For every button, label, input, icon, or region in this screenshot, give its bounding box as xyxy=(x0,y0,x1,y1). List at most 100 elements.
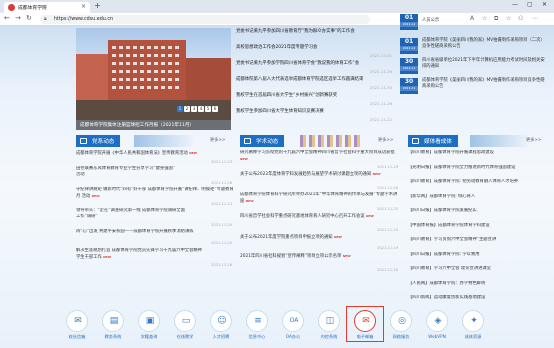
media-item[interactable]: 【四川教育】成都体育学院: 把劳动教育融入体育人才培养 xyxy=(408,179,552,194)
media-item-title[interactable]: 【四川日报】成都体育学院发展纪实 xyxy=(408,208,552,214)
media-item[interactable]: 【四川教育】成都体育学院开展课程思政建设 xyxy=(408,150,552,165)
list-item-title[interactable]: 成都体育学院体育科学研究所举办2021年“中华体育精神的传承与发展”专题学术讲座… xyxy=(240,192,400,204)
news-title[interactable]: 成都体院第八届人大代表选举成都体育学院选区选举工作圆满结束 xyxy=(236,76,396,82)
tab-close-icon[interactable]: × xyxy=(81,3,86,10)
news-item[interactable]: 我校学生在首届四川省大学生“乡村振兴”创新赛获奖 2021-11-26 xyxy=(236,92,396,108)
media-item-title[interactable]: 【四川新闻】运动康复创新实践基地建设 xyxy=(408,295,552,301)
notice-item[interactable]: 01 2021-12 成都体育学院《美丽四川我的家》MV拍摄制作采购项目（二次）竞… xyxy=(400,36,550,56)
news-title[interactable]: 我校学生在首届四川省大学生“乡村振兴”创新赛获奖 xyxy=(236,92,396,98)
news-item[interactable]: 党委书记黄九平参加学院四川省体育学会“我说我的体育工作”会 2021-11-26 xyxy=(236,60,396,76)
party-more-link[interactable]: 更多>> xyxy=(210,137,225,143)
media-item[interactable]: 【四川教育】学习贯彻六中全会精神”主题宣讲 xyxy=(408,237,552,252)
list-item[interactable]: 再“心”出发 共建平安校园——成都体育学院开展秋季消防演练 2021-11-20 xyxy=(76,229,234,248)
quick-link[interactable]: ◫ 内控系统 xyxy=(312,308,346,342)
pager-dot[interactable]: 4 xyxy=(198,106,204,112)
list-item[interactable]: 田径联赛东风体育教育专业学生分享学习“健身强国” 活动 2021-11-26 xyxy=(76,166,234,187)
list-item[interactable]: 解决生涯规划打造 成都体育学院党员先锋学习十九届六中全会精神 学生干部工作 NEW… xyxy=(76,248,234,269)
list-item[interactable]: 守纪律讲规矩 做新时代“四有”好干部 成都体育学院开展“讲纪律、明规矩”专题教育… xyxy=(76,187,234,208)
new-tab-button[interactable]: + xyxy=(94,1,101,10)
list-item-title[interactable]: 研究阐释学习贯彻党的十九届六中全会精神四川省哲学社会科学重大项目成功获批 NEW xyxy=(240,150,400,162)
notice-item[interactable]: 01 2021-12 人员公示 xyxy=(400,14,550,36)
list-item[interactable]: 关于公布2022年度体育学科发展趋势与展望学术研讨课题立项的通知 NEW 2021… xyxy=(240,171,400,192)
list-item-date: 2021-11-20 xyxy=(211,223,232,228)
news-item[interactable]: 我校学生参加四川省大学生体育知识竞赛决赛 2021-11-22 xyxy=(236,108,396,124)
list-item-title-cont[interactable]: 活动 xyxy=(76,172,234,178)
list-item[interactable]: 关于公布2021年度学院重点项目申报立项的通知 NEW 2021-11-19 xyxy=(240,234,400,253)
list-item[interactable]: 成都体育学院开展《中华人民共和国体育法》宣传教育活动 NEW 2021-11-23 xyxy=(76,150,234,166)
list-item-title[interactable]: 成都体育学院开展《中华人民共和国体育法》宣传教育活动 NEW xyxy=(76,150,234,157)
media-item-title[interactable]: 【四川日报】成都体育学院: 学以致用 xyxy=(408,252,552,258)
news-title[interactable]: 党委书记黄九平参加四川省教育厅“我为群众办实事”的工作会 xyxy=(236,28,396,34)
maximize-button[interactable]: ▢ xyxy=(527,1,533,8)
quick-link-email[interactable]: ✉ 电子邮箱 xyxy=(346,306,384,342)
notice-title[interactable]: 成都体育学院《美丽四川我的家》MV拍摄制作采购项目（二次）竞争性磋商采购公告 xyxy=(422,38,548,50)
media-item-title[interactable]: 【新华网】成都体育学院: 倾心育人 xyxy=(408,194,552,200)
quick-link[interactable]: ▣ 学籍查询 xyxy=(132,308,166,342)
study-more-link[interactable]: 更多>> xyxy=(378,137,393,143)
pager-dot[interactable]: 5 xyxy=(205,106,211,112)
media-item-title[interactable]: 【中国体育报】成都体育学院体育学科建设 xyxy=(408,223,552,229)
news-item[interactable]: 党委书记黄九平参加四川省教育厅“我为群众办实事”的工作会 xyxy=(236,28,396,44)
notice-title[interactable]: 成都体育学院《美丽四川我的家》MV拍摄制作采购项目竞争性磋商采购公告 xyxy=(422,78,548,90)
back-icon[interactable]: ← xyxy=(4,14,10,22)
quick-link[interactable]: ✦ 成体资源 xyxy=(456,308,490,342)
media-item[interactable]: 【四川日报】成都体育学院: 学以致用 xyxy=(408,252,552,267)
media-item-title[interactable]: 【光明日报】成都体育学院全力推进新时代体育强国建设 xyxy=(408,165,552,171)
media-more-link[interactable]: 更多>> xyxy=(526,137,541,143)
browser-tab[interactable]: 成都体育学院 × xyxy=(4,2,90,13)
minimize-button[interactable]: — xyxy=(512,1,518,8)
pager-dot[interactable]: 6 xyxy=(212,106,218,112)
media-item-title[interactable]: 【四川教育】成都体育学院: 把劳动教育融入体育人才培养 xyxy=(408,179,552,185)
media-item[interactable]: 【四川教育】学习六中全会 理论宣讲进课堂 xyxy=(408,266,552,281)
list-item[interactable]: 2021年四川省社科规划“宣传阐释”项目立项公示名单 NEW 2021-11-18 xyxy=(240,253,400,274)
list-item-title[interactable]: 关于公布2021年度学院重点项目申报立项的通知 NEW xyxy=(240,234,400,241)
list-item[interactable]: 研究阐释学习贯彻党的十九届六中全会精神四川省哲学社会科学重大项目成功获批 NEW… xyxy=(240,150,400,171)
quick-link[interactable]: OA OA办公 xyxy=(276,308,310,342)
forward-icon[interactable]: → xyxy=(15,14,21,22)
media-item-title[interactable]: 【人民网】成都体育学院：办学特色鲜明 xyxy=(408,281,552,287)
pager-dot[interactable]: 3 xyxy=(191,106,197,112)
refresh-icon[interactable]: ↻ xyxy=(26,14,32,22)
url-field[interactable]: 🔒︎ https://www.cdsu.edu.cn xyxy=(40,15,370,24)
list-item-title[interactable]: 守纪律讲规矩 做新时代“四有”好干部 成都体育学院开展“讲纪律、明规矩”专题教育… xyxy=(76,187,234,199)
news-title[interactable]: 我校学生参加四川省大学生体育知识竞赛决赛 xyxy=(236,108,396,114)
quick-link[interactable]: ▭ 在线教学 xyxy=(168,308,202,342)
quick-link[interactable]: ✉ 校长信箱 xyxy=(60,308,94,342)
notice-title[interactable]: 人员公示 xyxy=(422,18,548,24)
news-item[interactable]: 成都体院第八届人大代表选举成都体育学院选区选举工作圆满结束 2021-11-30 xyxy=(236,76,396,92)
notice-title[interactable]: 四川省省级单位2021年下半年计算机应用能力考试时间及相关安排的通知 xyxy=(422,58,548,70)
media-item[interactable]: 【四川日报】成都体育学院发展纪实 xyxy=(408,208,552,223)
list-item-date: 2021-11-23 xyxy=(211,202,232,207)
list-item-title[interactable]: 2021年四川省社科规划“宣传阐释”项目立项公示名单 NEW xyxy=(240,253,400,265)
news-title[interactable]: 党委书记黄九平参加学院四川省体育学会“我说我的体育工作”会 xyxy=(236,60,396,66)
list-item[interactable]: 成都体育学院体育科学研究所举办2021年“中华体育精神的传承与发展”专题学术讲座… xyxy=(240,192,400,213)
media-item-title[interactable]: 【四川教育】成都体育学院开展课程思政建设 xyxy=(408,150,552,156)
list-item-title-cont[interactable]: 工作“调研” xyxy=(76,214,234,220)
media-item[interactable]: 【人民网】成都体育学院：办学特色鲜明 xyxy=(408,281,552,296)
pager-dot[interactable]: 1 xyxy=(177,106,183,112)
headline-caption[interactable]: 成都体育学院集体注册篮球招工作月报（2021年11月） xyxy=(76,120,231,130)
quick-link[interactable]: ◈ WebVPN xyxy=(420,308,454,342)
quick-link[interactable]: ≡ 信息中心 xyxy=(240,308,274,342)
quick-link[interactable]: ◎ 网络服务 xyxy=(384,308,418,342)
list-item-title-cont[interactable]: 学生干部工作 NEW xyxy=(76,254,234,261)
news-title[interactable]: 高校思想政治工作会2021年度专题学习会 xyxy=(236,44,396,50)
list-item[interactable]: 四川省哲学社会科学重点研究基地体育育人研究中心召开工作会议 NEW 2021-11… xyxy=(240,213,400,234)
media-item[interactable]: 【中国体育报】成都体育学院体育学科建设 xyxy=(408,223,552,238)
news-item[interactable]: 高校思想政治工作会2021年度专题学习会 2021-12-01 xyxy=(236,44,396,60)
notice-item[interactable]: 30 2021-11 成都体育学院《美丽四川我的家》MV拍摄制作采购项目竞争性磋商… xyxy=(400,76,550,96)
list-item-title[interactable]: 再“心”出发 共建平安校园——成都体育学院开展秋季消防演练 xyxy=(76,229,234,235)
close-window-button[interactable]: ✕ xyxy=(542,1,547,8)
notice-item[interactable]: 30 2021-11 四川省省级单位2021年下半年计算机应用能力考试时间及相关安… xyxy=(400,56,550,76)
list-item-title[interactable]: 关于公布2022年度体育学科发展趋势与展望学术研讨课题立项的通知 NEW xyxy=(240,171,400,183)
media-item-title[interactable]: 【四川教育】学习贯彻六中全会精神”主题宣讲 xyxy=(408,237,552,243)
list-item[interactable]: 领导带头：“走在”调查研究第一线 成都体育学院调研全面 工作“调研” 2021-11… xyxy=(76,208,234,229)
user-icon: ☺ xyxy=(210,310,232,332)
pager-dot[interactable]: 2 xyxy=(184,106,190,112)
list-item-title[interactable]: 四川省哲学社会科学重点研究基地体育育人研究中心召开工作会议 NEW xyxy=(240,213,400,225)
quick-link[interactable]: ▤ 教务系统 xyxy=(96,308,130,342)
media-item[interactable]: 【光明日报】成都体育学院全力推进新时代体育强国建设 xyxy=(408,165,552,180)
quick-link[interactable]: ☺ 人才招聘 xyxy=(204,308,238,342)
media-item[interactable]: 【新华网】成都体育学院: 倾心育人 xyxy=(408,194,552,209)
media-item-title[interactable]: 【四川教育】学习六中全会 理论宣讲进课堂 xyxy=(408,266,552,272)
